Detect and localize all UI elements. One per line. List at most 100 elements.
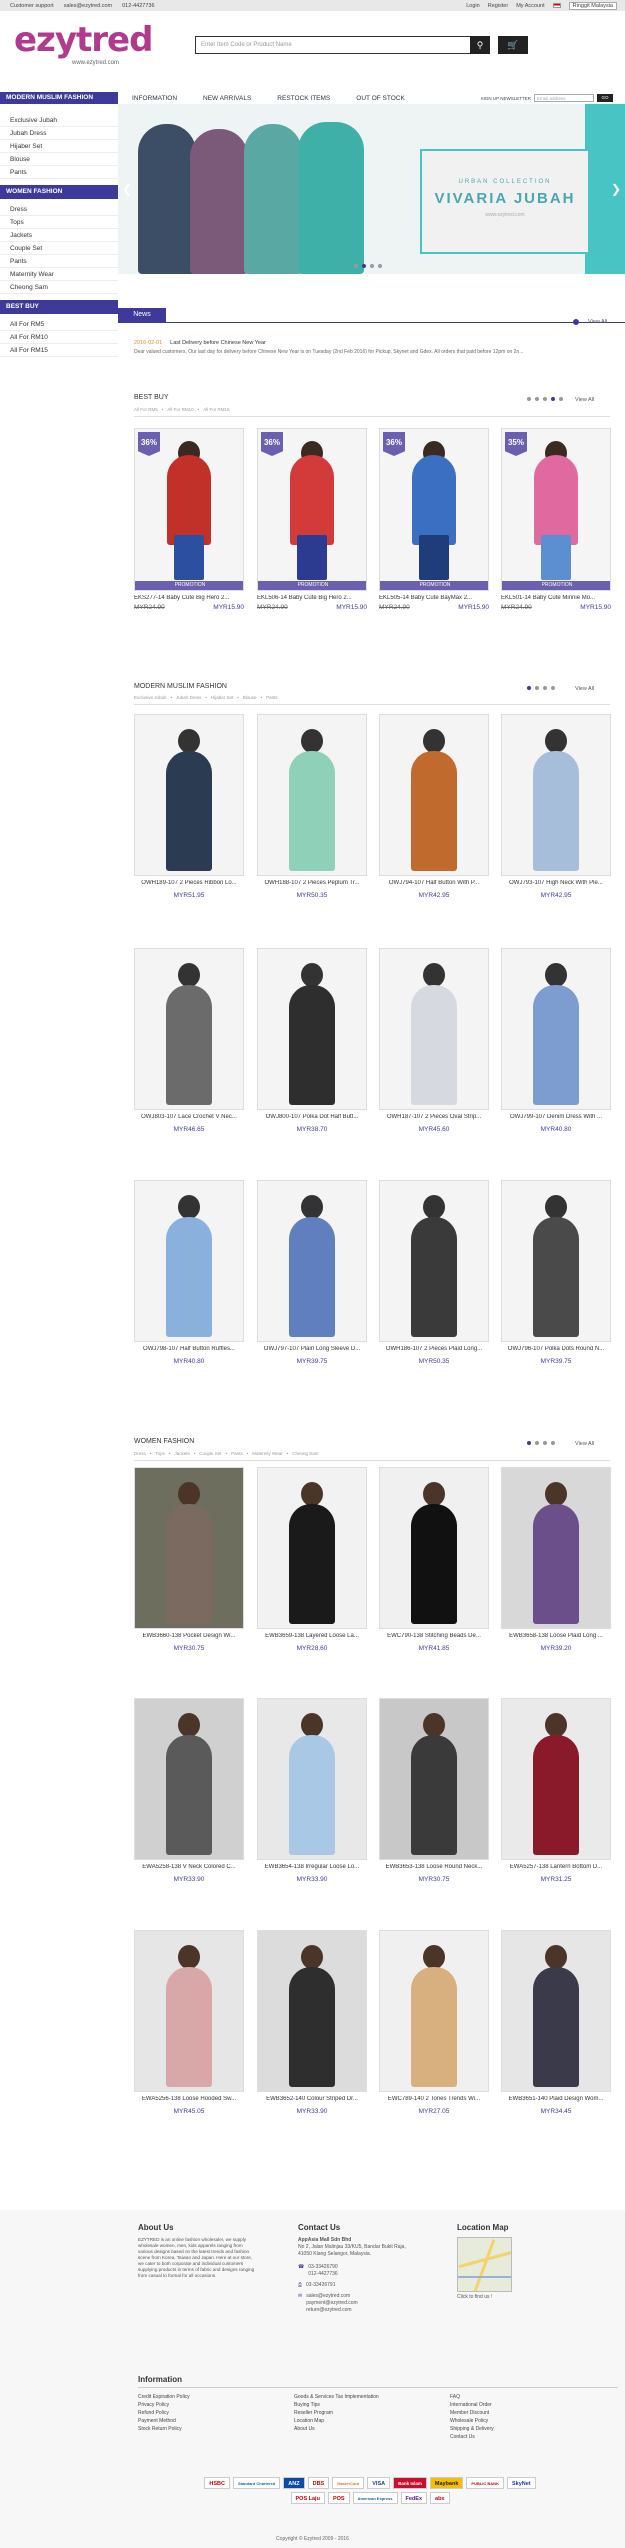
product-card[interactable]: OWJ799-107 Denim Dress With ... MYR40.80 — [501, 948, 611, 1133]
product-name[interactable]: EWB3658-138 Loose Plaid Long ... — [501, 1633, 611, 1639]
best-buy-view-all[interactable]: View All — [575, 397, 594, 403]
dot[interactable] — [527, 397, 531, 401]
register-link[interactable]: Register — [488, 3, 508, 9]
sidebar-item-hijaber-set[interactable]: Hijaber Set — [0, 140, 118, 153]
product-name[interactable]: OWH189-107 2 Pieces Ribbon Lo... — [134, 880, 244, 886]
dot[interactable] — [543, 397, 547, 401]
product-card[interactable]: EWA5257-138 Lantern Bottom D... MYR31.25 — [501, 1698, 611, 1883]
product-image[interactable] — [501, 1467, 611, 1629]
news-headline[interactable]: Last Delivery before Chinese New Year — [170, 340, 266, 346]
product-image[interactable] — [379, 1698, 489, 1860]
tab-women-pants[interactable]: Pants — [231, 1451, 243, 1456]
menu-information[interactable]: INFORMATION — [132, 95, 177, 102]
product-name[interactable]: EWB3653-138 Loose Round Neck... — [379, 1864, 489, 1870]
product-card[interactable]: 35% PROMOTION EKL501-14 Baby Cute Minnie… — [501, 428, 611, 611]
product-name[interactable]: EKL506-14 Baby Cute Big Hero 2... — [257, 595, 367, 601]
hero-banner[interactable]: URBAN COLLECTION VIVARIA JUBAH www.ezytr… — [118, 104, 625, 274]
tab-cheong-sam[interactable]: Cheong Sam — [292, 1451, 318, 1456]
product-card[interactable]: EWB3653-138 Loose Round Neck... MYR30.75 — [379, 1698, 489, 1883]
link-shipping-delivery[interactable]: Shipping & Delivery — [450, 2425, 494, 2433]
dot[interactable] — [543, 1441, 547, 1445]
product-image[interactable] — [257, 714, 367, 876]
link-member-discount[interactable]: Member Discount — [450, 2409, 494, 2417]
product-name[interactable]: EWB3651-140 Plaid Design Wom... — [501, 2096, 611, 2102]
news-tab[interactable]: News — [118, 308, 166, 322]
link-about-us[interactable]: About Us — [294, 2425, 379, 2433]
product-image[interactable] — [257, 1698, 367, 1860]
sidebar-item-blouse[interactable]: Blouse — [0, 153, 118, 166]
sidebar-item-rm10[interactable]: All For RM10 — [0, 331, 118, 344]
product-card[interactable]: OWJ798-107 Half Button Ruffles... MYR40.… — [134, 1180, 244, 1365]
product-name[interactable]: OWJ796-107 Polka Dots Round N... — [501, 1346, 611, 1352]
product-image[interactable] — [501, 714, 611, 876]
product-card[interactable]: EWB3652-140 Colour Striped Dr... MYR33.9… — [257, 1930, 367, 2115]
link-credit-expiration[interactable]: Credit Expiration Policy — [138, 2393, 190, 2401]
sidebar-item-dress[interactable]: Dress — [0, 203, 118, 216]
sidebar-item-cheong-sam[interactable]: Cheong Sam — [0, 281, 118, 294]
link-payment-method[interactable]: Payment Method — [138, 2417, 190, 2425]
sidebar-header-best-buy[interactable]: BEST BUY — [0, 300, 118, 314]
search-input[interactable]: Enter Item Code or Product Name — [195, 36, 490, 54]
product-card[interactable]: EWB3654-138 Irregular Loose Lo... MYR33.… — [257, 1698, 367, 1883]
tab-pants[interactable]: Pants — [266, 695, 278, 700]
product-card[interactable]: OWJ796-107 Polka Dots Round N... MYR39.7… — [501, 1180, 611, 1365]
link-international-order[interactable]: International Order — [450, 2401, 494, 2409]
carousel-dot[interactable] — [370, 264, 374, 268]
product-card[interactable]: EWB3658-138 Loose Plaid Long ... MYR39.2… — [501, 1467, 611, 1652]
product-name[interactable]: EWC790-138 Stitching Beads De... — [379, 1633, 489, 1639]
product-card[interactable]: 36% PROMOTION EKL506-14 Baby Cute Big He… — [257, 428, 367, 611]
dot[interactable] — [535, 686, 539, 690]
product-name[interactable]: EWA5257-138 Lantern Bottom D... — [501, 1864, 611, 1870]
product-name[interactable]: OWJ794-107 Half Button With P... — [379, 880, 489, 886]
product-card[interactable]: EWB3659-138 Layered Loose La... MYR28.60 — [257, 1467, 367, 1652]
product-image[interactable] — [501, 1180, 611, 1342]
product-card[interactable]: OWJ803-107 Lace Crochet V Nec... MYR46.6… — [134, 948, 244, 1133]
product-name[interactable]: EWB3652-140 Colour Striped Dr... — [257, 2096, 367, 2102]
product-image[interactable]: 36% PROMOTION — [134, 428, 244, 591]
product-card[interactable]: OWJ794-107 Half Button With P... MYR42.9… — [379, 714, 489, 899]
dot[interactable] — [527, 686, 531, 690]
product-image[interactable] — [134, 1467, 244, 1629]
news-view-all[interactable]: View All — [588, 319, 607, 325]
chevron-right-icon[interactable]: ❯ — [611, 182, 621, 196]
news-dot[interactable] — [573, 319, 579, 325]
cart-icon[interactable]: 🛒 — [498, 36, 528, 54]
menu-out-of-stock[interactable]: OUT OF STOCK — [356, 95, 405, 102]
product-card[interactable]: OWH188-107 2 Pieces Peplum Tr... MYR50.3… — [257, 714, 367, 899]
product-image[interactable] — [257, 1467, 367, 1629]
product-name[interactable]: EWB3660-138 Pocket Design Wi... — [134, 1633, 244, 1639]
product-card[interactable]: OWJ797-107 Plain Long Sleeve D... MYR39.… — [257, 1180, 367, 1365]
product-name[interactable]: EWA5256-138 Loose Hooded Sw... — [134, 2096, 244, 2102]
sidebar-item-exclusive-jubah[interactable]: Exclusive Jubah — [0, 114, 118, 127]
product-image[interactable] — [257, 1180, 367, 1342]
product-name[interactable]: EWC789-140 2 Tones Trends Wi... — [379, 2096, 489, 2102]
product-card[interactable]: OWH189-107 2 Pieces Ribbon Lo... MYR51.9… — [134, 714, 244, 899]
link-wholesale-policy[interactable]: Wholesale Policy — [450, 2417, 494, 2425]
link-privacy-policy[interactable]: Privacy Policy — [138, 2401, 190, 2409]
product-name[interactable]: OWH188-107 2 Pieces Peplum Tr... — [257, 880, 367, 886]
tab-dress[interactable]: Dress — [134, 1451, 146, 1456]
product-name[interactable]: EWA5258-138 V Neck Colored C... — [134, 1864, 244, 1870]
link-reseller[interactable]: Reseller Program — [294, 2409, 379, 2417]
search-icon[interactable]: ⚲ — [470, 36, 490, 54]
link-location-map[interactable]: Location Map — [294, 2417, 379, 2425]
product-card[interactable]: EWC790-138 Stitching Beads De... MYR41.8… — [379, 1467, 489, 1652]
product-name[interactable]: EKL501-14 Baby Cute Minnie Mo... — [501, 595, 611, 601]
email-return[interactable]: return@ezytred.com — [306, 2307, 357, 2314]
product-card[interactable]: EWB3660-138 Pocket Design Wi... MYR30.75 — [134, 1467, 244, 1652]
product-card[interactable]: 36% PROMOTION EKL505-14 Baby Cute BayMax… — [379, 428, 489, 611]
product-card[interactable]: EWA5258-138 V Neck Colored C... MYR33.90 — [134, 1698, 244, 1883]
sidebar-item-rm15[interactable]: All For RM15 — [0, 344, 118, 357]
tab-blouse[interactable]: Blouse — [243, 695, 257, 700]
dot[interactable] — [535, 1441, 539, 1445]
location-map[interactable] — [457, 2237, 512, 2292]
product-card[interactable]: OWH187-107 2 Pieces Oval Strip... MYR45.… — [379, 948, 489, 1133]
menu-restock-items[interactable]: RESTOCK ITEMS — [277, 95, 330, 102]
product-name[interactable]: OWJ803-107 Lace Crochet V Nec... — [134, 1114, 244, 1120]
product-name[interactable]: EWB3659-138 Layered Loose La... — [257, 1633, 367, 1639]
product-image[interactable] — [501, 948, 611, 1110]
sidebar-item-rm5[interactable]: All For RM5 — [0, 318, 118, 331]
muslim-view-all[interactable]: View All — [575, 686, 594, 692]
product-image[interactable] — [501, 1698, 611, 1860]
link-gst[interactable]: Goods & Services Tax Implementation — [294, 2393, 379, 2401]
